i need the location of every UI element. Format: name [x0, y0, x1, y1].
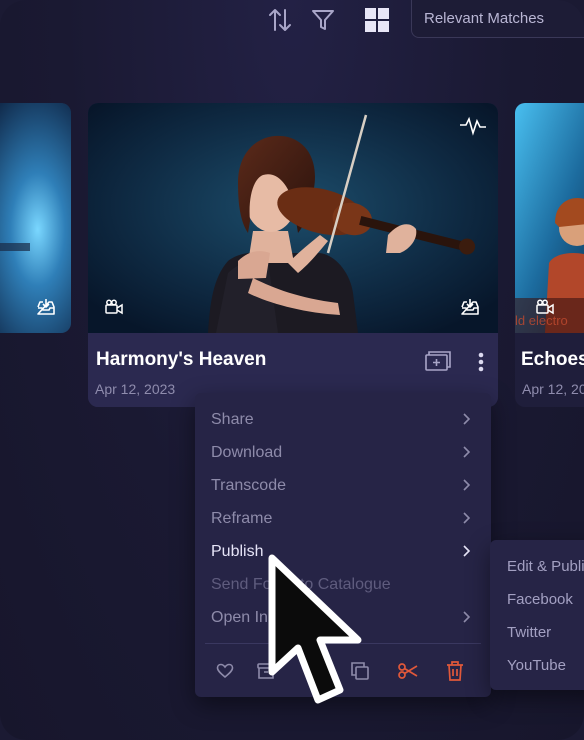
video-camera-icon — [102, 295, 126, 319]
sort-dropdown[interactable]: Relevant Matches — [411, 0, 584, 38]
menu-item-open-in[interactable]: Open In — [195, 601, 491, 634]
submenu-item-label: YouTube — [507, 657, 566, 674]
chevron-right-icon — [463, 512, 471, 524]
menu-item-send-for-auto-catalogue[interactable]: Send For Auto Catalogue — [195, 568, 491, 601]
more-options-icon[interactable] — [472, 349, 490, 375]
card-title: Echoes — [521, 349, 584, 370]
scissors-icon[interactable] — [395, 658, 421, 684]
menu-divider — [205, 643, 481, 644]
toolbar: Relevant Matches — [0, 0, 584, 40]
add-to-collection-icon[interactable] — [422, 347, 454, 375]
menu-item-share[interactable]: Share — [195, 403, 491, 436]
submenu-item-label: Facebook — [507, 591, 573, 608]
trash-icon[interactable] — [442, 658, 468, 684]
menu-action-bar — [195, 651, 491, 691]
context-menu: Share Download Transcode Reframe Publish… — [195, 393, 491, 697]
media-card-main[interactable]: Harmony's Heaven Apr 12, 2023 — [88, 103, 498, 407]
menu-item-label: Publish — [211, 542, 264, 560]
filter-icon[interactable] — [309, 6, 337, 34]
submenu-item-edit-publish[interactable]: Edit & Publish — [490, 550, 584, 583]
publish-submenu: Edit & Publish Facebook Twitter YouTube — [490, 540, 584, 690]
duplicate-icon[interactable] — [347, 658, 373, 684]
media-card-right[interactable]: ld electro Echoes Apr 12, 20 — [515, 103, 584, 407]
menu-item-label: Reframe — [211, 509, 273, 527]
menu-item-label: Share — [211, 410, 254, 428]
download-tray-icon[interactable] — [458, 295, 482, 319]
menu-item-label: Send For Auto Catalogue — [211, 575, 391, 593]
card-thumbnail — [88, 103, 498, 333]
submenu-item-twitter[interactable]: Twitter — [490, 616, 584, 649]
submenu-item-facebook[interactable]: Facebook — [490, 583, 584, 616]
chevron-right-icon — [463, 413, 471, 425]
menu-item-label: Transcode — [211, 476, 286, 494]
sort-dropdown-label: Relevant Matches — [424, 10, 545, 27]
menu-item-download[interactable]: Download — [195, 436, 491, 469]
chevron-right-icon — [463, 611, 471, 623]
app-frame: Relevant Matches Harmony's Heaven Apr 12… — [0, 0, 584, 740]
card-date: Apr 12, 2023 — [95, 381, 176, 397]
archive-icon[interactable] — [253, 658, 279, 684]
chevron-right-icon — [463, 446, 471, 458]
card-info: Echoes Apr 12, 20 — [515, 333, 584, 407]
media-card-left[interactable] — [0, 103, 71, 333]
chevron-right-icon — [463, 545, 471, 557]
submenu-item-label: Twitter — [507, 624, 552, 641]
submenu-item-label: Edit & Publish — [507, 558, 584, 575]
menu-item-label: Download — [211, 443, 283, 461]
heart-icon[interactable] — [212, 658, 238, 684]
card-date: Apr 12, 20 — [522, 381, 584, 397]
submenu-item-youtube[interactable]: YouTube — [490, 649, 584, 682]
chevron-right-icon — [463, 479, 471, 491]
video-camera-icon — [533, 295, 557, 319]
download-tray-icon[interactable] — [34, 295, 58, 319]
card-title: Harmony's Heaven — [96, 349, 267, 370]
grid-view-icon[interactable] — [363, 6, 391, 34]
menu-item-publish[interactable]: Publish — [195, 535, 491, 568]
sort-arrows-icon[interactable] — [266, 6, 294, 34]
menu-item-reframe[interactable]: Reframe — [195, 502, 491, 535]
menu-item-transcode[interactable]: Transcode — [195, 469, 491, 502]
menu-item-label: Open In — [211, 608, 268, 626]
